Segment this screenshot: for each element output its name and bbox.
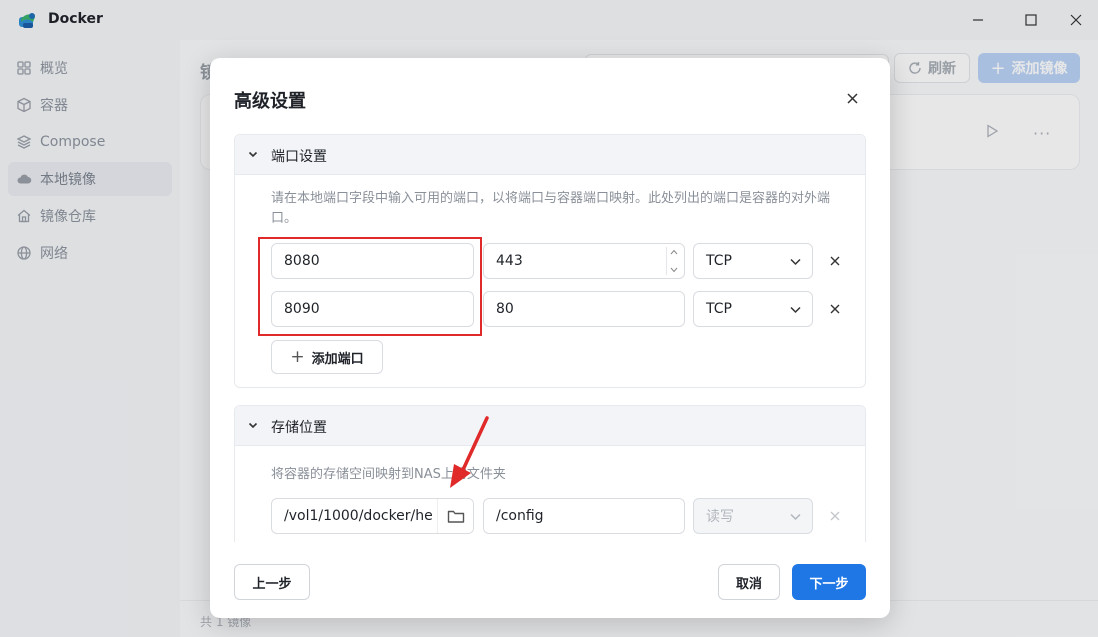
container-port-input[interactable]: 80 <box>483 291 685 327</box>
port-settings-header[interactable]: 端口设置 <box>235 135 865 175</box>
port-settings-description: 请在本地端口字段中输入可用的端口，以将端口与容器端口映射。此处列出的端口是容器的… <box>271 191 831 226</box>
field-value: 80 <box>496 301 514 317</box>
field-value: TCP <box>706 253 732 269</box>
chevron-down-icon <box>248 422 258 429</box>
chevron-down-icon <box>790 258 801 266</box>
access-mode-select[interactable]: 读写 <box>693 498 813 534</box>
container-path-input[interactable]: /config <box>483 498 685 534</box>
close-icon <box>830 256 840 266</box>
dialog-title: 高级设置 <box>234 91 306 112</box>
storage-section: 存储位置 将容器的存储空间映射到NAS上的文件夹 /vol1/1000/dock… <box>234 405 866 542</box>
add-port-button[interactable]: + 添加端口 <box>271 340 383 374</box>
container-port-input[interactable]: 443 <box>483 243 685 279</box>
dialog-body: 端口设置 请在本地端口字段中输入可用的端口，以将端口与容器端口映射。此处列出的端… <box>210 134 890 542</box>
close-icon <box>830 511 840 521</box>
highlight-annotation-box <box>258 237 482 336</box>
chevron-down-icon <box>790 513 801 521</box>
browse-folder-button[interactable] <box>437 499 473 533</box>
storage-description: 将容器的存储空间映射到NAS上的文件夹 <box>271 467 506 482</box>
chevron-down-icon <box>248 151 258 158</box>
remove-storage-row-button[interactable] <box>827 508 843 524</box>
section-title: 端口设置 <box>271 149 327 165</box>
host-path-input[interactable]: /vol1/1000/docker/heimdall <box>271 498 474 534</box>
chevron-down-icon <box>790 306 801 314</box>
dialog-close-button[interactable] <box>842 88 862 108</box>
button-label: 下一步 <box>809 576 849 592</box>
section-title: 存储位置 <box>271 420 327 436</box>
folder-icon <box>447 510 464 523</box>
button-label: 取消 <box>735 576 762 592</box>
add-port-label: 添加端口 <box>311 351 364 367</box>
storage-header[interactable]: 存储位置 <box>235 406 865 446</box>
field-value: 读写 <box>706 509 734 525</box>
protocol-select[interactable]: TCP <box>693 243 813 279</box>
previous-step-button[interactable]: 上一步 <box>234 564 310 600</box>
plus-icon: + <box>290 347 305 367</box>
close-icon <box>830 304 840 314</box>
remove-port-row-button[interactable] <box>827 301 843 317</box>
protocol-select[interactable]: TCP <box>693 291 813 327</box>
field-value: /vol1/1000/docker/heimdall <box>284 508 433 524</box>
cancel-button[interactable]: 取消 <box>718 564 780 600</box>
advanced-settings-dialog: 高级设置 端口设置 请在本地端口字段中输入可用的端口，以将端口与容器端口映射。此… <box>210 58 890 618</box>
arrow-annotation-icon <box>450 416 489 488</box>
field-value: /config <box>496 508 544 524</box>
next-step-button[interactable]: 下一步 <box>792 564 866 600</box>
dialog-footer: 上一步 取消 下一步 <box>210 542 890 618</box>
number-stepper[interactable] <box>666 247 680 275</box>
field-value: TCP <box>706 301 732 317</box>
remove-port-row-button[interactable] <box>827 253 843 269</box>
chevron-down-icon <box>670 267 677 273</box>
button-label: 上一步 <box>252 576 292 592</box>
field-value: 443 <box>496 253 523 269</box>
chevron-up-icon <box>670 249 677 255</box>
close-icon <box>846 92 858 104</box>
